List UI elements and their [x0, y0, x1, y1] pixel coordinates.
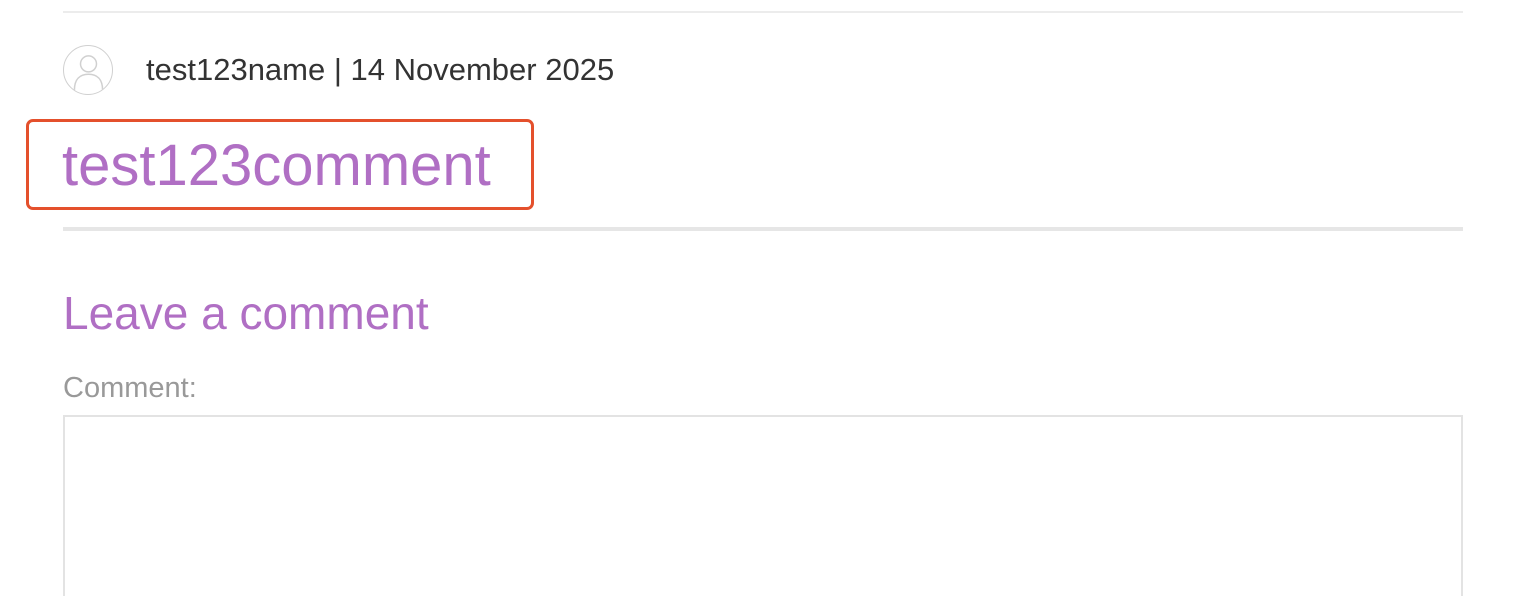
comments-divider [63, 227, 1463, 231]
comment-field-label: Comment: [63, 372, 197, 404]
leave-comment-heading: Leave a comment [63, 287, 429, 339]
comment-header: test123name | 14 November 2025 [63, 44, 614, 96]
comment-body-text: test123comment [62, 133, 491, 198]
comment-author-date: test123name | 14 November 2025 [146, 52, 615, 87]
comments-section: test123name | 14 November 2025 test123co… [0, 0, 1538, 596]
user-avatar-icon [63, 45, 113, 95]
top-divider [63, 11, 1463, 13]
comment-textarea[interactable] [63, 415, 1463, 596]
